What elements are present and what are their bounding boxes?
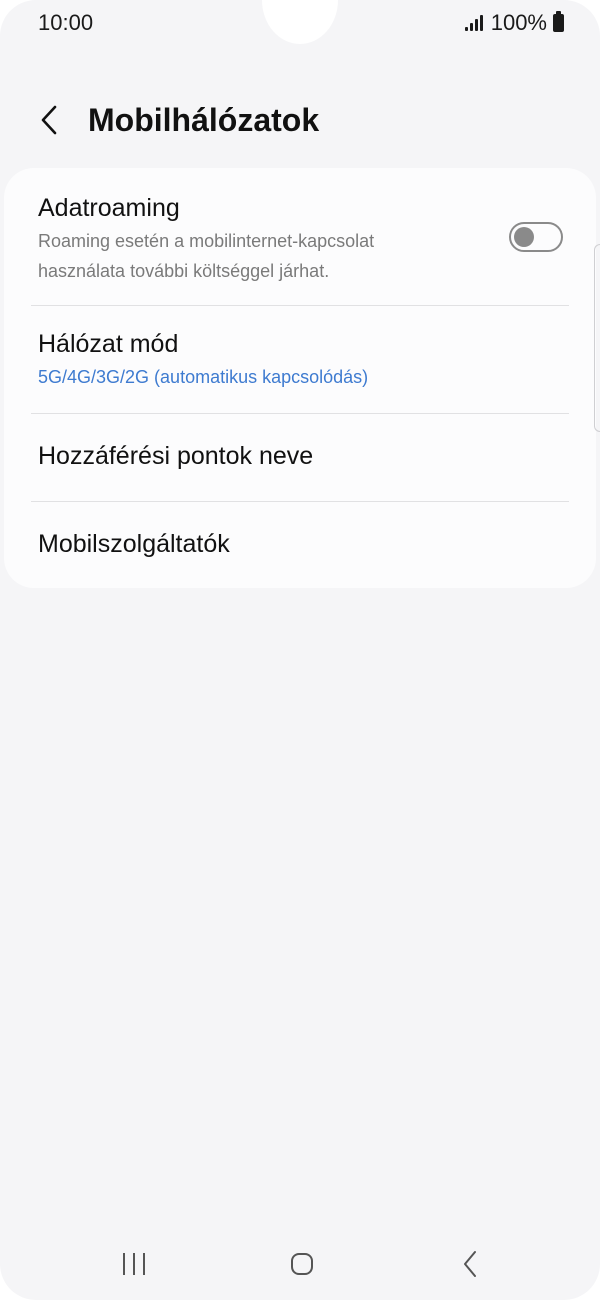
phone-screen: 10:00 100% Mobilhálózatok Adatroaming Ro… bbox=[0, 0, 600, 1300]
recents-button[interactable] bbox=[104, 1244, 164, 1284]
page-title: Mobilhálózatok bbox=[88, 102, 320, 138]
home-button[interactable] bbox=[272, 1244, 332, 1284]
access-point-names-title: Hozzáférési pontok neve bbox=[38, 442, 314, 470]
network-operators-row[interactable]: Mobilszolgáltatók bbox=[4, 502, 596, 588]
recents-icon bbox=[123, 1253, 145, 1275]
back-icon bbox=[464, 1251, 476, 1277]
data-roaming-row[interactable]: Adatroaming Roaming esetén a mobilintern… bbox=[4, 168, 596, 304]
back-button[interactable] bbox=[30, 98, 70, 142]
navigation-bar bbox=[0, 1228, 600, 1300]
scroll-indicator[interactable] bbox=[594, 244, 600, 432]
settings-card: Adatroaming Roaming esetén a mobilintern… bbox=[4, 168, 596, 588]
app-header: Mobilhálózatok bbox=[0, 90, 600, 150]
data-roaming-title: Adatroaming bbox=[38, 194, 180, 222]
data-roaming-description-line2: használata további költséggel járhat. bbox=[38, 261, 330, 281]
signal-icon bbox=[464, 15, 483, 31]
chevron-left-icon bbox=[41, 105, 57, 135]
network-operators-title: Mobilszolgáltatók bbox=[38, 530, 230, 558]
status-icons: 100% bbox=[464, 10, 564, 36]
status-time: 10:00 bbox=[38, 10, 94, 35]
toggle-knob bbox=[514, 227, 534, 247]
data-roaming-description-line1: Roaming esetén a mobilinternet-kapcsolat bbox=[38, 231, 375, 251]
nav-back-button[interactable] bbox=[440, 1244, 500, 1284]
network-mode-row[interactable]: Hálózat mód 5G/4G/3G/2G (automatikus kap… bbox=[4, 306, 596, 414]
network-mode-title: Hálózat mód bbox=[38, 330, 179, 358]
access-point-names-row[interactable]: Hozzáférési pontok neve bbox=[4, 414, 596, 500]
battery-percentage: 100% bbox=[490, 10, 547, 35]
home-icon bbox=[291, 1253, 313, 1275]
network-mode-value: 5G/4G/3G/2G (automatikus kapcsolódás) bbox=[38, 367, 369, 387]
data-roaming-toggle[interactable] bbox=[509, 222, 563, 252]
battery-icon bbox=[553, 11, 564, 32]
status-bar: 10:00 100% bbox=[0, 0, 600, 48]
